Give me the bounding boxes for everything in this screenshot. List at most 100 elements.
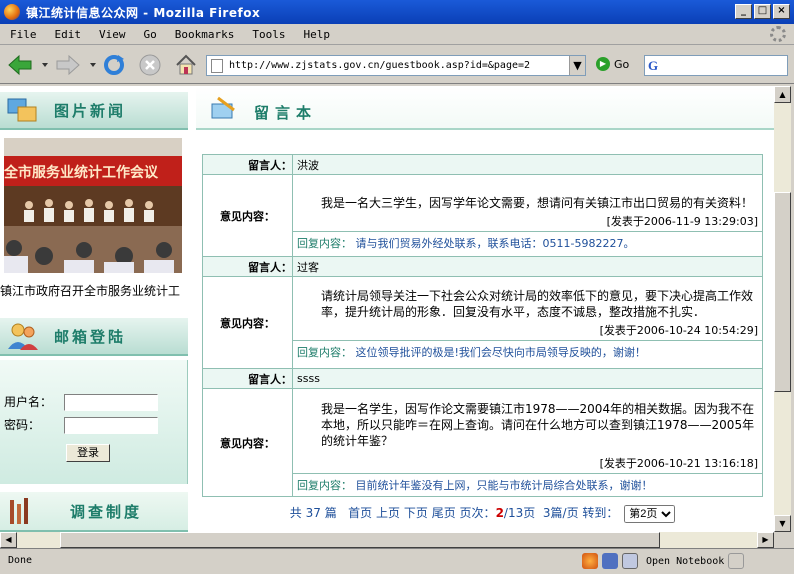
entry-date: [发表于2006-11-9 13:29:03] — [606, 215, 758, 228]
scroll-down-button[interactable]: ▼ — [774, 515, 791, 532]
reply-text: 这位领导批评的极是!我们会尽快向市局领导反映的，谢谢！ — [355, 346, 646, 359]
username-label: 用户名： — [4, 395, 53, 409]
window-title: 镇江统计信息公众网 - Mozilla Firefox — [26, 5, 261, 20]
total-pages: 13页 — [507, 506, 536, 520]
reply-text: 目前统计年鉴没有上网，只能与市统计局综合处联系，谢谢！ — [355, 479, 653, 492]
css-icon[interactable] — [602, 553, 618, 569]
survey-icon — [10, 498, 28, 524]
back-button[interactable] — [6, 52, 34, 78]
users-icon — [8, 323, 38, 350]
entry-text: 请统计局领导关注一下社会公众对统计局的效率低下的意见，要下决心提高工作效率，提升… — [321, 289, 754, 319]
left-column: 图片新闻 全市服务业统计工作会议 镇江市政府召开全市服务业统计工 邮箱登陆 用户… — [0, 86, 188, 532]
entry-reply: 回复内容： 目前统计年鉴没有上网，只能与市统计局综合处联系，谢谢！ — [293, 473, 762, 496]
m-icon[interactable] — [728, 553, 745, 569]
username-input[interactable] — [64, 394, 158, 411]
news-photo[interactable]: 全市服务业统计工作会议 — [4, 138, 182, 273]
prev-page-link[interactable]: 上页 — [376, 506, 400, 520]
horizontal-scroll-thumb[interactable] — [60, 532, 660, 548]
total-prefix: 共 — [289, 506, 302, 520]
maximize-button[interactable]: □ — [754, 4, 771, 19]
url-input[interactable] — [229, 60, 569, 71]
address-bar[interactable]: ▼ — [206, 55, 586, 76]
content-label: 意见内容： — [202, 388, 293, 497]
name-label: 留言人： — [202, 256, 293, 277]
scroll-up-button[interactable]: ▲ — [774, 86, 791, 103]
menu-help[interactable]: Help — [303, 28, 330, 41]
go-arrow-icon: ▶ — [596, 57, 610, 71]
go-button[interactable]: ▶ Go — [596, 57, 629, 71]
minimize-button[interactable]: _ — [735, 4, 752, 19]
page-icon — [211, 58, 223, 73]
menu-view[interactable]: View — [99, 28, 126, 41]
password-label: 密码： — [4, 418, 41, 432]
entry-reply: 回复内容： 这位领导批评的极是!我们会尽快向市局领导反映的，谢谢！ — [293, 340, 762, 363]
menu-bookmarks[interactable]: Bookmarks — [175, 28, 235, 41]
menu-tools[interactable]: Tools — [252, 28, 285, 41]
open-notebook-button[interactable]: Open Notebook — [646, 556, 724, 567]
firefox-icon — [4, 4, 20, 20]
password-input[interactable] — [64, 417, 158, 434]
first-page-link[interactable]: 首页 — [348, 506, 372, 520]
go-label: Go — [614, 57, 630, 71]
mail-login-header: 邮箱登陆 — [0, 318, 188, 356]
entry-date: [发表于2006-10-24 10:54:29] — [599, 324, 758, 337]
entry-author: 过客 — [292, 256, 763, 277]
entry-name-row: 留言人： ssss — [202, 368, 763, 389]
scroll-left-button[interactable]: ◀ — [0, 532, 17, 548]
entry-date: [发表于2006-10-21 13:16:18] — [599, 457, 758, 470]
survey-header[interactable]: 调查制度 — [0, 492, 188, 532]
goto-label: 转到： — [582, 506, 619, 520]
horizontal-scrollbar[interactable]: ◀ ▶ — [0, 532, 774, 548]
stop-button[interactable] — [136, 52, 164, 78]
menu-edit[interactable]: Edit — [55, 28, 82, 41]
page-content: 图片新闻 全市服务业统计工作会议 镇江市政府召开全市服务业统计工 邮箱登陆 用户… — [0, 86, 774, 532]
url-dropdown[interactable]: ▼ — [569, 56, 585, 75]
vertical-scroll-thumb[interactable] — [774, 192, 791, 392]
browser-window: 镇江统计信息公众网 - Mozilla Firefox _ □ × File E… — [0, 0, 794, 574]
entry-body: 我是一名大三学生，因写学年论文需要，想请问有关镇江市出口贸易的有关资料！ [发表… — [292, 174, 763, 257]
name-label: 留言人： — [202, 368, 293, 389]
entry-reply: 回复内容： 请与我们贸易外经处联系，联系电话：0511-5982227。 — [293, 231, 762, 254]
back-history-dropdown[interactable] — [42, 63, 48, 67]
page-number-label: 页次： — [459, 506, 496, 520]
entry-text: 我是一名大三学生，因写学年论文需要，想请问有关镇江市出口贸易的有关资料！ — [321, 196, 754, 210]
firefox-status-icon[interactable] — [582, 553, 598, 569]
login-button[interactable]: 登录 — [66, 444, 110, 462]
menu-go[interactable]: Go — [144, 28, 157, 41]
reply-label: 回复内容： — [297, 479, 352, 492]
entry-author: ssss — [292, 368, 763, 389]
photo-caption[interactable]: 镇江市政府召开全市服务业统计工 — [0, 282, 188, 299]
guestbook-icon — [211, 96, 235, 119]
status-text: Done — [8, 555, 33, 566]
forward-button[interactable] — [54, 52, 82, 78]
total-suffix: 篇 — [324, 506, 337, 520]
notebook-icon[interactable] — [622, 553, 638, 569]
vertical-scrollbar[interactable]: ▲ ▼ — [774, 86, 791, 532]
survey-title: 调查制度 — [70, 502, 143, 521]
page-select[interactable]: 第2页 — [624, 505, 676, 523]
entry-author: 洪波 — [292, 154, 763, 175]
reply-text: 请与我们贸易外经处联系，联系电话：0511-5982227。 — [355, 237, 635, 250]
scroll-right-button[interactable]: ▶ — [757, 532, 774, 548]
next-page-link[interactable]: 下页 — [404, 506, 428, 520]
close-button[interactable]: × — [773, 4, 790, 19]
entry-content-row: 意见内容： 请统计局领导关注一下社会公众对统计局的效率低下的意见，要下决心提高工… — [202, 276, 763, 369]
menu-file[interactable]: File — [10, 28, 37, 41]
guestbook-table: 留言人： 洪波 意见内容： 我是一名大三学生，因写学年论文需要，想请问有关镇江市… — [202, 154, 763, 497]
last-page-link[interactable]: 尾页 — [432, 506, 456, 520]
pagination: 共 37 篇 首页 上页 下页 尾页 页次：2/13页 3篇/页 转到： 第2页 — [202, 504, 763, 523]
entry-body: 我是一名学生，因写作论文需要镇江市1978——2004年的相关数据。因为我不在本… — [292, 388, 763, 497]
home-button[interactable] — [172, 52, 200, 78]
guestbook-header: 留言本 — [196, 86, 774, 130]
reply-label: 回复内容： — [297, 237, 352, 250]
forward-history-dropdown[interactable] — [90, 63, 96, 67]
name-label: 留言人： — [202, 154, 293, 175]
photo-news-title: 图片新闻 — [54, 101, 127, 120]
forward-arrow-icon — [56, 54, 80, 76]
entry-name-row: 留言人： 洪波 — [202, 154, 763, 175]
search-box[interactable]: G — [644, 55, 788, 76]
reload-button[interactable] — [100, 52, 128, 78]
photo-news-header: 图片新闻 — [0, 92, 188, 130]
photo-news-icon — [7, 98, 37, 122]
content-label: 意见内容： — [202, 174, 293, 257]
